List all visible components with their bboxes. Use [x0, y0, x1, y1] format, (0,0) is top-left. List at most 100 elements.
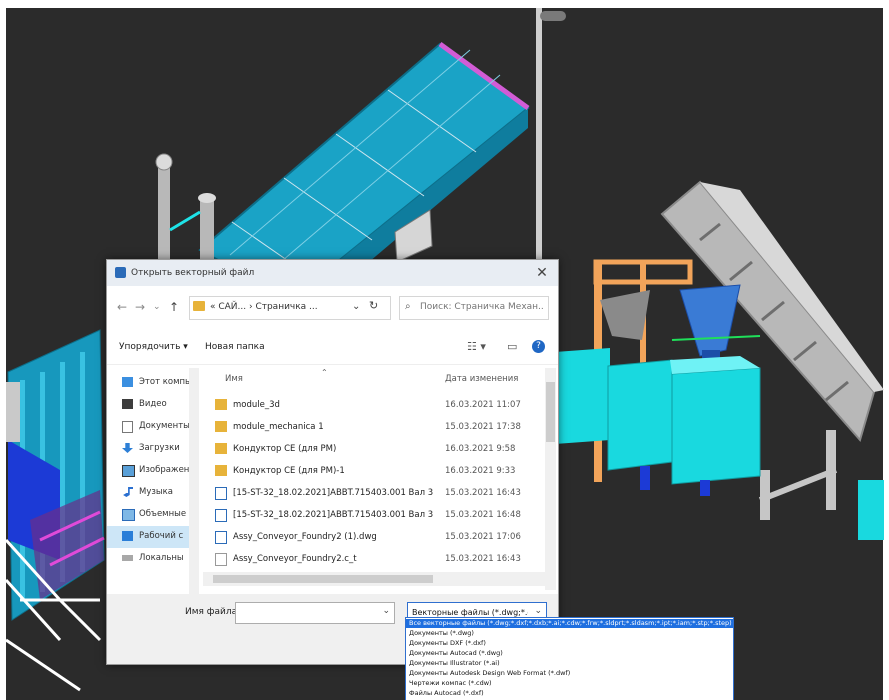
search-icon: ⌕ — [405, 301, 411, 312]
file-name: Assy_Conveyor_Foundry2 (1).dwg — [233, 532, 377, 542]
address-path[interactable]: « САЙ... › Страничка ... — [210, 302, 318, 312]
column-header-modified[interactable]: Дата изменения — [445, 374, 518, 384]
list-item[interactable]: [15-ST-32_18.02.2021]ABBT.715403.001 Вал… — [203, 482, 545, 504]
sidebar-item-label: Рабочий с — [139, 531, 184, 541]
list-item[interactable]: Assy_Conveyor_Foundry2.c_t 15.03.2021 16… — [203, 548, 545, 570]
file-list: Имя ⌃ Дата изменения module_3d 16.03.202… — [203, 368, 545, 590]
address-bar[interactable]: « САЙ... › Страничка ... ⌄ — [189, 296, 391, 320]
folder-icon — [193, 301, 205, 311]
sidebar-item-music[interactable]: Музыка — [107, 482, 189, 504]
dialog-titlebar[interactable]: Открыть векторный файл ✕ — [107, 260, 558, 286]
video-icon — [122, 399, 133, 409]
document-icon — [122, 421, 133, 433]
chevron-down-icon[interactable]: ⌄ — [534, 606, 542, 616]
scrollbar-thumb[interactable] — [546, 382, 555, 442]
file-name: [15-ST-32_18.02.2021]ABBT.715403.001 Вал… — [233, 488, 433, 498]
list-item[interactable]: Кондуктор CE (для PM) 16.03.2021 9:58 — [203, 438, 545, 460]
sidebar-item-this-pc[interactable]: Этот компь — [107, 372, 189, 394]
scrollbar-thumb[interactable] — [213, 575, 433, 583]
sidebar-item-images[interactable]: Изображен — [107, 460, 189, 482]
list-item[interactable]: Assy_Conveyor_Foundry2 (1).dwg 15.03.202… — [203, 526, 545, 548]
dwg-file-icon — [215, 509, 227, 522]
sidebar-item-downloads[interactable]: Загрузки — [107, 438, 189, 460]
back-arrow-icon[interactable]: ← — [117, 300, 127, 314]
music-icon — [123, 487, 133, 497]
app-icon — [115, 267, 126, 278]
filetype-option[interactable]: Документы Illustrator (*.ai) — [406, 659, 733, 668]
filetype-option[interactable]: Документы Autodesk Design Web Format (*.… — [406, 669, 733, 678]
cube-icon — [122, 509, 135, 521]
filetype-selected[interactable]: Векторные файлы (*.dwg;*.dxf;*.c — [412, 608, 528, 617]
sidebar-scrollbar[interactable] — [189, 368, 199, 594]
view-options-icon[interactable]: ☷ ▾ — [467, 340, 486, 353]
sidebar-item-label: Изображен — [139, 465, 189, 475]
file-list-vertical-scrollbar[interactable] — [545, 368, 556, 590]
sort-chevron-icon: ⌃ — [321, 368, 328, 377]
filename-label: Имя файла: — [185, 607, 241, 617]
preview-pane-icon[interactable]: ▭ — [507, 340, 517, 353]
list-item[interactable]: [15-ST-32_18.02.2021]ABBT.715403.001 Вал… — [203, 504, 545, 526]
search-box[interactable]: ⌕ — [399, 296, 549, 320]
refresh-icon[interactable]: ↻ — [369, 299, 378, 312]
recent-chevron-icon[interactable]: ⌄ — [153, 302, 161, 312]
desktop-icon — [122, 531, 133, 541]
sidebar-item-label: Этот компь — [139, 377, 189, 387]
file-name: Кондуктор CE (для PM)-1 — [233, 466, 345, 476]
folder-icon — [215, 465, 227, 476]
dwg-file-icon — [215, 487, 227, 500]
file-date: 15.03.2021 17:38 — [445, 422, 521, 432]
sidebar-item-label: Загрузки — [139, 443, 180, 453]
navigation-bar: ← → ⌄ ↑ « САЙ... › Страничка ... ⌄ ↻ ⌕ — [107, 290, 558, 326]
up-arrow-icon[interactable]: ↑ — [169, 300, 179, 314]
file-name: Assy_Conveyor_Foundry2.c_t — [233, 554, 357, 564]
filename-field[interactable]: ⌄ — [235, 602, 395, 624]
disk-icon — [122, 555, 133, 561]
filetype-option[interactable]: Чертежи компас (*.cdw) — [406, 679, 733, 688]
chevron-down-icon[interactable]: ⌄ — [352, 301, 360, 312]
chevron-down-icon[interactable]: ⌄ — [382, 606, 390, 616]
sidebar-item-documents[interactable]: Документы — [107, 416, 189, 438]
list-item[interactable]: module_3d 16.03.2021 11:07 — [203, 394, 545, 416]
sidebar-item-label: Документы — [139, 421, 189, 431]
organize-button[interactable]: Упорядочить ▾ — [119, 342, 188, 352]
sidebar-item-label: Объемные — [139, 509, 187, 519]
file-name: Кондуктор CE (для PM) — [233, 444, 337, 454]
file-name: module_mechanica 1 — [233, 422, 324, 432]
filetype-option[interactable]: Документы DXF (*.dxf) — [406, 639, 733, 648]
filetype-option[interactable]: Все векторные файлы (*.dwg;*.dxf;*.dxb;*… — [406, 619, 733, 628]
navigation-pane: Этот компь Видео Документы Загрузки Изоб… — [107, 368, 189, 594]
file-list-horizontal-scrollbar[interactable] — [203, 572, 545, 586]
search-input[interactable] — [420, 300, 544, 314]
filetype-dropdown-list: Все векторные файлы (*.dwg;*.dxf;*.dxb;*… — [405, 617, 734, 700]
sidebar-item-local-disk[interactable]: Локальны — [107, 548, 189, 570]
image-icon — [122, 465, 135, 477]
list-item[interactable]: module_mechanica 1 15.03.2021 17:38 — [203, 416, 545, 438]
filetype-option[interactable]: Файлы Autocad (*.dxf) — [406, 689, 733, 698]
file-date: 15.03.2021 16:43 — [445, 488, 521, 498]
new-folder-button[interactable]: Новая папка — [205, 342, 265, 352]
filetype-option[interactable]: Документы Autocad (*.dwg) — [406, 649, 733, 658]
sidebar-item-desktop[interactable]: Рабочий с — [107, 526, 189, 548]
forward-arrow-icon[interactable]: → — [135, 300, 145, 314]
folder-icon — [215, 443, 227, 454]
open-file-dialog: Открыть векторный файл ✕ ← → ⌄ ↑ « САЙ..… — [106, 259, 559, 665]
file-date: 15.03.2021 16:48 — [445, 510, 521, 520]
file-date: 16.03.2021 11:07 — [445, 400, 521, 410]
sidebar-item-label: Локальны — [139, 553, 184, 563]
viewport-tab-indicator[interactable] — [540, 11, 566, 21]
file-icon — [215, 553, 227, 566]
sidebar-item-video[interactable]: Видео — [107, 394, 189, 416]
column-header-name[interactable]: Имя — [225, 374, 243, 384]
filetype-option[interactable]: Документы (*.dwg) — [406, 629, 733, 638]
computer-icon — [122, 377, 133, 387]
dialog-title: Открыть векторный файл — [131, 268, 255, 278]
dwg-file-icon — [215, 531, 227, 544]
help-icon[interactable]: ? — [532, 340, 545, 353]
close-icon[interactable]: ✕ — [532, 263, 552, 283]
download-icon — [122, 443, 133, 453]
sidebar-item-3d-objects[interactable]: Объемные — [107, 504, 189, 526]
file-date: 15.03.2021 16:43 — [445, 554, 521, 564]
list-item[interactable]: Кондуктор CE (для PM)-1 16.03.2021 9:33 — [203, 460, 545, 482]
file-name: [15-ST-32_18.02.2021]ABBT.715403.001 Вал… — [233, 510, 433, 520]
desktop-screen: Открыть векторный файл ✕ ← → ⌄ ↑ « САЙ..… — [0, 0, 889, 700]
